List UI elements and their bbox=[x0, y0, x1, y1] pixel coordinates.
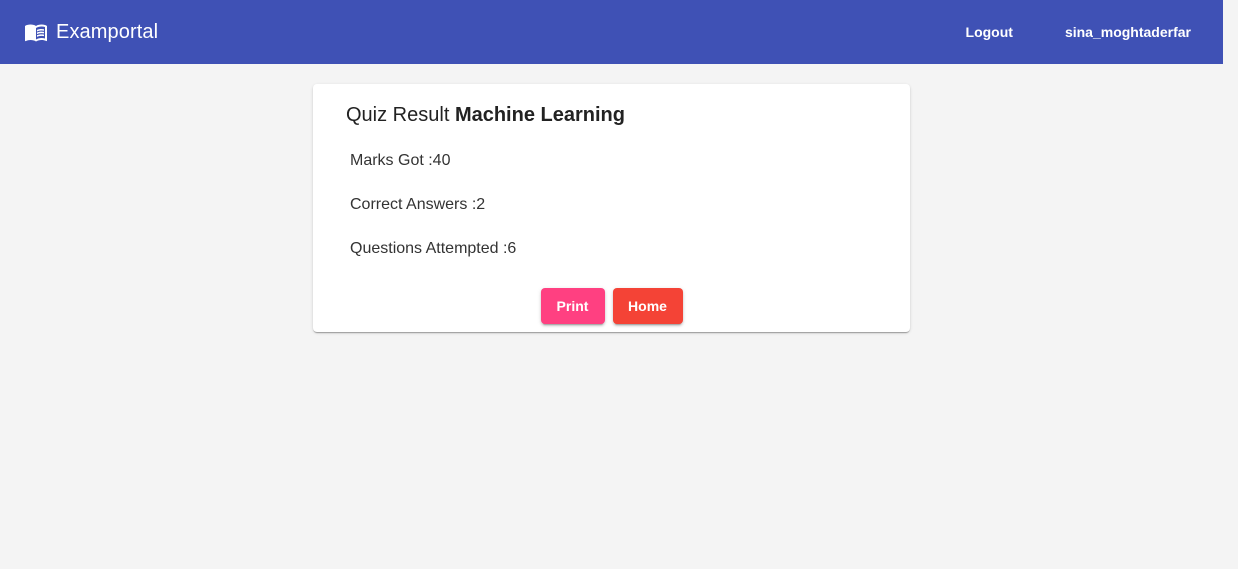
quiz-result-card: Quiz Result Machine Learning Marks Got :… bbox=[313, 84, 910, 332]
title-prefix: Quiz Result bbox=[346, 104, 450, 126]
book-icon bbox=[24, 20, 48, 44]
print-button[interactable]: Print bbox=[540, 288, 605, 324]
correct-answers-text: Correct Answers :2 bbox=[350, 196, 486, 213]
brand-title: Examportal bbox=[56, 20, 159, 43]
user-profile-link[interactable]: sina_moghtaderfar bbox=[1049, 14, 1207, 50]
marks-got-text: Marks Got :40 bbox=[350, 152, 451, 169]
scrollbar-gutter bbox=[1223, 0, 1238, 569]
top-toolbar: Examportal Logout sina_moghtaderfar bbox=[0, 0, 1223, 64]
result-actions: Print Home bbox=[313, 288, 910, 324]
quiz-name: Machine Learning bbox=[454, 104, 625, 126]
questions-attempted-text: Questions Attempted :6 bbox=[350, 240, 517, 257]
brand[interactable]: Examportal bbox=[24, 20, 158, 44]
page-title: Quiz Result Machine Learning bbox=[346, 104, 625, 127]
home-button[interactable]: Home bbox=[612, 288, 683, 324]
logout-link[interactable]: Logout bbox=[950, 14, 1029, 50]
page: Examportal Logout sina_moghtaderfar Quiz… bbox=[0, 0, 1238, 569]
